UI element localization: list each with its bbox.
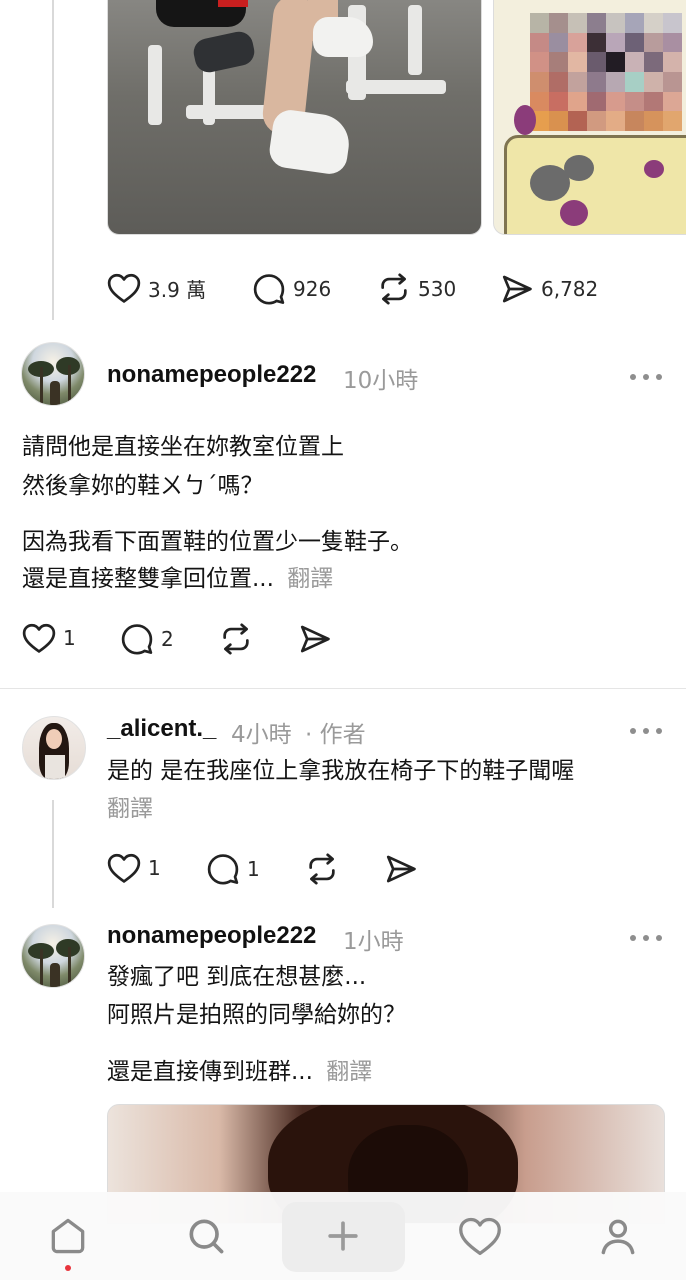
repost-button[interactable]: 530 <box>377 272 456 306</box>
author-badge: · 作者 <box>305 722 366 748</box>
comment-button[interactable]: 926 <box>252 272 331 306</box>
comment-count: 2 <box>161 627 174 651</box>
like-count: 1 <box>63 626 76 650</box>
repost-button[interactable] <box>219 622 253 656</box>
send-icon <box>502 275 532 303</box>
comment-button[interactable]: 2 <box>120 622 174 656</box>
reply-text-line: 然後拿妳的鞋ㄨㄅˊ嗎？ <box>22 473 264 499</box>
like-count: 1 <box>148 856 161 880</box>
repost-icon <box>309 853 335 885</box>
repost-icon <box>381 273 407 305</box>
share-button[interactable] <box>384 852 418 886</box>
translate-link[interactable]: 翻譯 <box>287 566 333 592</box>
share-count: 6,782 <box>541 277 599 301</box>
avatar[interactable] <box>21 924 85 988</box>
reply-text-line: 是的 是在我座位上拿我放在椅子下的鞋子聞喔 <box>107 758 575 784</box>
post-photo[interactable] <box>107 0 482 235</box>
reply-text-line: 還是直接傳到班群... <box>107 1059 313 1085</box>
more-options-icon[interactable] <box>630 372 666 382</box>
more-options-icon[interactable] <box>630 726 666 736</box>
nav-search[interactable] <box>176 1206 236 1266</box>
nav-compose[interactable] <box>313 1206 373 1266</box>
nav-activity[interactable] <box>450 1206 510 1266</box>
share-button[interactable] <box>298 622 332 656</box>
profile-icon <box>601 1219 635 1255</box>
plus-icon <box>328 1221 358 1251</box>
heart-icon <box>459 1217 501 1256</box>
like-count: 3.9 萬 <box>148 277 207 302</box>
avatar[interactable] <box>22 716 86 780</box>
search-icon <box>189 1219 224 1254</box>
send-icon <box>300 625 330 653</box>
reply-text-line: 還是直接整雙拿回位置... 翻譯 <box>22 560 333 598</box>
reply-text-line: 因為我看下面置鞋的位置少一隻鞋子。 <box>22 529 413 555</box>
reply-text-line: 請問他是直接坐在妳教室位置上 <box>22 434 344 460</box>
nav-home[interactable] <box>38 1206 98 1266</box>
reply-text-line: 還是直接整雙拿回位置... <box>22 566 274 592</box>
reply-username[interactable]: nonamepeople222 <box>107 361 316 389</box>
repost-icon <box>223 623 249 655</box>
reply-text-line: 還是直接傳到班群... 翻譯 <box>107 1053 372 1091</box>
reply-time: 4小時 <box>231 722 292 748</box>
comment-icon <box>207 854 239 885</box>
translate-link[interactable]: 翻譯 <box>326 1059 372 1085</box>
reply-actions: 1 2 <box>0 620 686 660</box>
like-button[interactable]: 3.9 萬 <box>107 272 206 304</box>
reply-actions: 1 1 <box>0 850 686 890</box>
nav-profile[interactable] <box>588 1206 648 1266</box>
like-button[interactable]: 1 <box>107 852 161 884</box>
repost-count: 530 <box>418 277 457 301</box>
reply-time: 1小時 <box>343 929 404 955</box>
heart-icon <box>107 853 141 883</box>
more-options-icon[interactable] <box>630 933 666 943</box>
divider <box>0 688 686 689</box>
send-icon <box>386 855 416 883</box>
bottom-nav <box>0 1192 686 1280</box>
reply-username[interactable]: nonamepeople222 <box>107 922 316 950</box>
comment-count: 1 <box>247 857 260 881</box>
reply-time: 10小時 <box>343 368 419 394</box>
notification-dot <box>65 1265 71 1271</box>
reply-text-line: 發瘋了吧 到底在想甚麼... <box>107 964 367 990</box>
avatar[interactable] <box>21 342 85 406</box>
reply-username[interactable]: _alicent._ <box>107 715 216 743</box>
reply-text-line: 阿照片是拍照的同學給妳的？ <box>107 1002 406 1028</box>
comment-icon <box>121 624 153 655</box>
heart-icon <box>107 273 141 303</box>
post-sticker-image[interactable] <box>493 0 686 235</box>
pixelated-area <box>530 13 682 131</box>
post-actions: 3.9 萬 926 530 6,782 <box>0 270 686 310</box>
like-button[interactable]: 1 <box>22 622 76 654</box>
comment-button[interactable]: 1 <box>206 852 260 886</box>
translate-link[interactable]: 翻譯 <box>107 790 153 828</box>
heart-icon <box>22 623 56 653</box>
comment-icon <box>253 274 285 305</box>
share-button[interactable]: 6,782 <box>500 272 598 306</box>
home-icon <box>51 1218 85 1254</box>
comment-count: 926 <box>293 277 332 301</box>
repost-button[interactable] <box>305 852 339 886</box>
